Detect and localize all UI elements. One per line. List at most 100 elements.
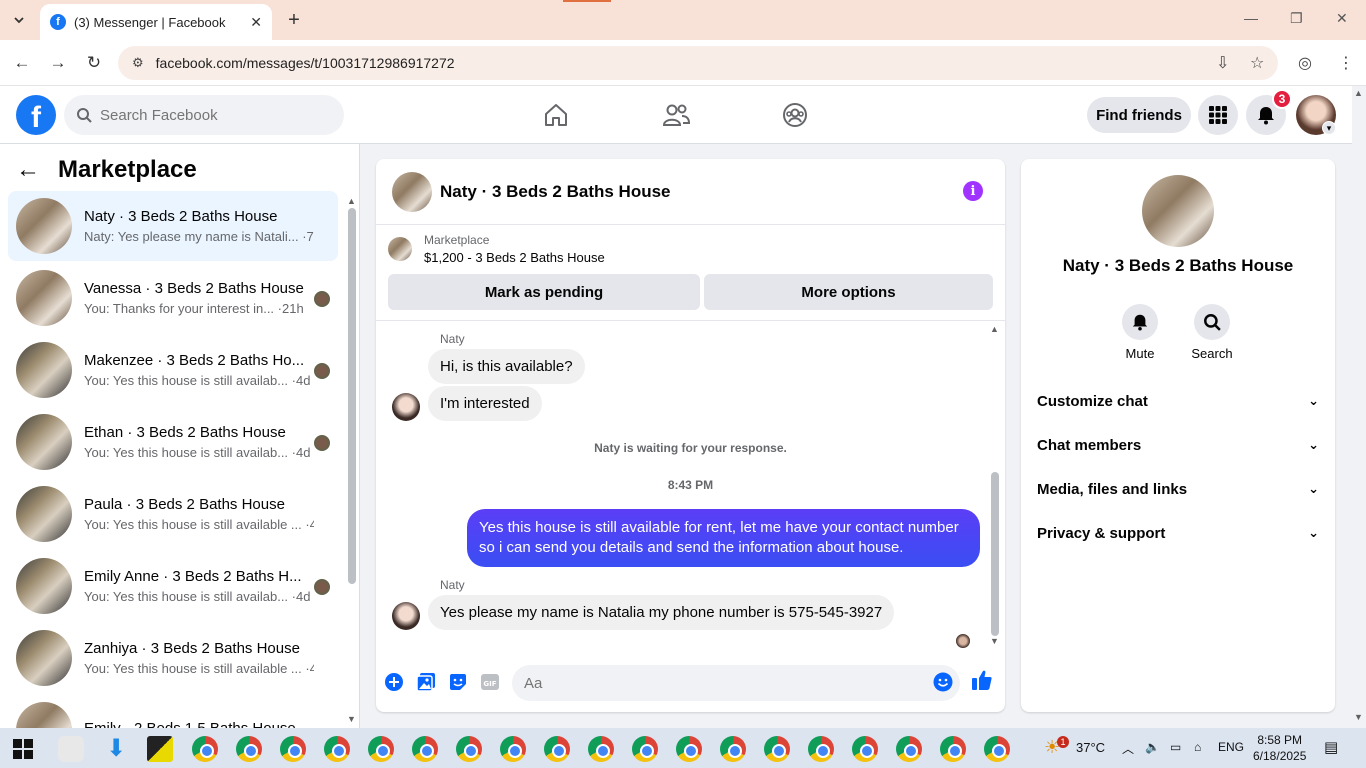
install-app-icon[interactable]: ⇩ bbox=[1216, 53, 1229, 73]
back-icon[interactable]: ← bbox=[11, 52, 33, 74]
facebook-logo-icon[interactable]: f bbox=[16, 95, 56, 135]
system-clock[interactable]: 8:58 PM 6/18/2025 bbox=[1253, 732, 1306, 764]
mute-button[interactable]: Mute bbox=[1110, 304, 1170, 361]
chat-members-section[interactable]: Chat members ⌄ bbox=[1037, 429, 1319, 461]
tab-search-dropdown[interactable] bbox=[6, 8, 32, 32]
battery-icon[interactable]: ▭ bbox=[1170, 740, 1181, 754]
sticker-icon[interactable] bbox=[447, 671, 469, 693]
friends-icon[interactable] bbox=[662, 101, 690, 129]
address-bar[interactable]: ⚙ facebook.com/messages/t/10031712986917… bbox=[118, 46, 1278, 80]
chrome-icon[interactable] bbox=[544, 736, 570, 762]
tab-close-icon[interactable]: ✕ bbox=[250, 14, 262, 31]
forward-icon[interactable]: → bbox=[47, 52, 69, 74]
chat-listing-thumbnail[interactable] bbox=[392, 171, 432, 212]
windows-start-icon[interactable] bbox=[13, 739, 33, 759]
incoming-message[interactable]: Hi, is this available? bbox=[428, 349, 585, 384]
chrome-icon[interactable] bbox=[896, 736, 922, 762]
sender-avatar[interactable] bbox=[392, 393, 420, 421]
chrome-icon[interactable] bbox=[720, 736, 746, 762]
chrome-icon[interactable] bbox=[412, 736, 438, 762]
scroll-down-arrow-icon[interactable]: ▼ bbox=[990, 636, 999, 646]
privacy-support-section[interactable]: Privacy & support ⌄ bbox=[1037, 517, 1319, 549]
outgoing-message[interactable]: Yes this house is still available for re… bbox=[467, 509, 980, 567]
facebook-search[interactable] bbox=[64, 95, 344, 135]
chevron-up-icon[interactable]: ︿ bbox=[1122, 740, 1134, 757]
scroll-up-arrow-icon[interactable]: ▲ bbox=[1354, 88, 1363, 98]
chat-scrollbar[interactable]: ▲ ▼ bbox=[990, 324, 1000, 654]
photo-icon[interactable] bbox=[415, 671, 437, 693]
conversation-list-scrollbar[interactable]: ▲ ▼ bbox=[347, 196, 357, 726]
chrome-icon[interactable] bbox=[500, 736, 526, 762]
conversation-item[interactable]: Vanessa · 3 Beds 2 Baths House You: Than… bbox=[8, 263, 338, 333]
back-arrow-icon[interactable]: ← bbox=[16, 156, 40, 184]
thumbs-up-icon[interactable] bbox=[971, 669, 993, 691]
speaker-icon[interactable]: 🔈 bbox=[1145, 740, 1160, 754]
menu-grid-icon[interactable] bbox=[1198, 95, 1238, 135]
chrome-icon[interactable] bbox=[632, 736, 658, 762]
site-settings-icon[interactable]: ⚙ bbox=[132, 55, 144, 71]
media-files-links-section[interactable]: Media, files and links ⌄ bbox=[1037, 473, 1319, 505]
scroll-up-arrow-icon[interactable]: ▲ bbox=[990, 324, 999, 334]
chrome-icon[interactable] bbox=[456, 736, 482, 762]
download-arrow-icon[interactable]: ⬇ bbox=[103, 736, 129, 762]
input-language[interactable]: ENG bbox=[1218, 740, 1244, 754]
sender-avatar[interactable] bbox=[392, 602, 420, 630]
emoji-icon[interactable] bbox=[932, 671, 954, 693]
customize-chat-section[interactable]: Customize chat ⌄ bbox=[1037, 385, 1319, 417]
chrome-icon[interactable] bbox=[940, 736, 966, 762]
listing-photo[interactable] bbox=[1142, 175, 1214, 247]
conversation-item[interactable]: Emily · 2 Beds 1.5 Baths House bbox=[8, 695, 338, 728]
scroll-down-arrow-icon[interactable]: ▼ bbox=[1354, 712, 1363, 722]
chrome-icon[interactable] bbox=[192, 736, 218, 762]
network-icon[interactable]: ⌂ bbox=[1194, 740, 1201, 754]
bookmark-star-icon[interactable]: ☆ bbox=[1250, 53, 1264, 73]
chrome-icon[interactable] bbox=[984, 736, 1010, 762]
search-in-conversation-button[interactable]: Search bbox=[1182, 304, 1242, 361]
chrome-icon[interactable] bbox=[324, 736, 350, 762]
chrome-icon[interactable] bbox=[676, 736, 702, 762]
conversation-item[interactable]: Makenzee · 3 Beds 2 Baths Ho... You: Yes… bbox=[8, 335, 338, 405]
find-friends-button[interactable]: Find friends bbox=[1087, 97, 1191, 133]
profile-icon[interactable]: ◎ bbox=[1298, 53, 1312, 73]
scroll-down-arrow-icon[interactable]: ▼ bbox=[347, 714, 356, 724]
sticky-notes-icon[interactable] bbox=[147, 736, 173, 762]
more-options-button[interactable]: More options bbox=[704, 274, 993, 310]
message-input[interactable] bbox=[512, 665, 960, 701]
info-icon[interactable]: i bbox=[963, 181, 983, 201]
conversation-item[interactable]: Paula · 3 Beds 2 Baths House You: Yes th… bbox=[8, 479, 338, 549]
search-input[interactable] bbox=[100, 106, 320, 124]
conversation-item[interactable]: Ethan · 3 Beds 2 Baths House You: Yes th… bbox=[8, 407, 338, 477]
reload-icon[interactable]: ↻ bbox=[83, 52, 105, 74]
chrome-icon[interactable] bbox=[588, 736, 614, 762]
home-icon[interactable] bbox=[542, 101, 570, 129]
conversation-item[interactable]: Zanhiya · 3 Beds 2 Baths House You: Yes … bbox=[8, 623, 338, 693]
chrome-icon[interactable] bbox=[852, 736, 878, 762]
weather-temperature[interactable]: 37°C bbox=[1076, 740, 1105, 755]
conversation-item[interactable]: Emily Anne · 3 Beds 2 Baths H... You: Ye… bbox=[8, 551, 338, 621]
groups-icon[interactable] bbox=[781, 101, 809, 129]
chrome-icon[interactable] bbox=[764, 736, 790, 762]
snipping-tool-icon[interactable] bbox=[58, 736, 84, 762]
chrome-icon[interactable] bbox=[280, 736, 306, 762]
new-tab-button[interactable]: + bbox=[282, 8, 306, 32]
scrollbar-thumb[interactable] bbox=[348, 208, 356, 584]
chrome-icon[interactable] bbox=[808, 736, 834, 762]
mark-as-pending-button[interactable]: Mark as pending bbox=[388, 274, 700, 310]
marketplace-listing-summary[interactable]: Marketplace $1,200 - 3 Beds 2 Baths Hous… bbox=[388, 233, 605, 265]
incoming-message[interactable]: I'm interested bbox=[428, 386, 542, 421]
notification-center-icon[interactable]: ▤ bbox=[1324, 738, 1338, 756]
chrome-icon[interactable] bbox=[368, 736, 394, 762]
page-scrollbar[interactable]: ▲ ▼ bbox=[1352, 86, 1366, 728]
minimize-icon[interactable]: — bbox=[1244, 10, 1258, 26]
gif-icon[interactable]: GIF bbox=[479, 671, 501, 693]
conversation-item[interactable]: Naty · 3 Beds 2 Baths House Naty: Yes pl… bbox=[8, 191, 338, 261]
add-plus-icon[interactable] bbox=[383, 671, 405, 693]
incoming-message[interactable]: Yes please my name is Natalia my phone n… bbox=[428, 595, 895, 630]
restore-icon[interactable]: ❐ bbox=[1290, 10, 1303, 27]
scroll-up-arrow-icon[interactable]: ▲ bbox=[347, 196, 356, 206]
scrollbar-thumb[interactable] bbox=[991, 472, 999, 636]
chrome-icon[interactable] bbox=[236, 736, 262, 762]
account-caret-icon[interactable]: ▾ bbox=[1322, 121, 1336, 135]
chat-title[interactable]: Naty · 3 Beds 2 Baths House bbox=[440, 182, 671, 202]
window-close-icon[interactable]: ✕ bbox=[1336, 10, 1348, 27]
